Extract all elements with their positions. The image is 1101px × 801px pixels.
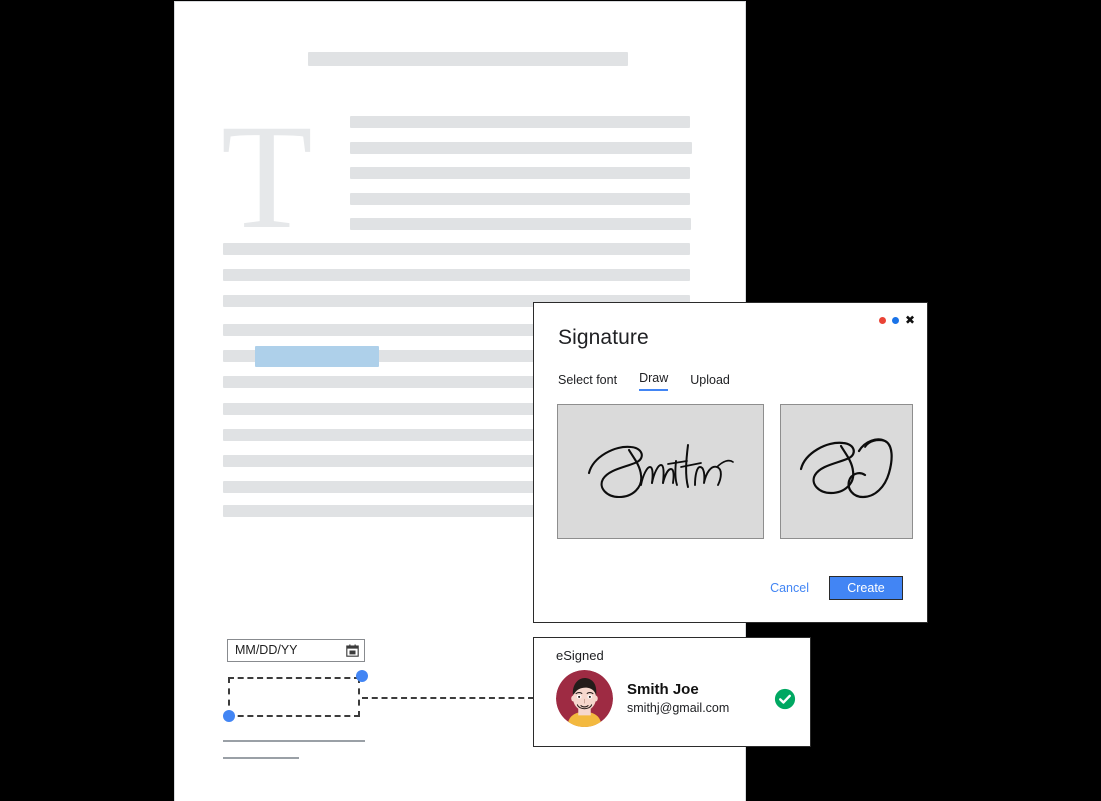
create-button[interactable]: Create <box>829 576 903 600</box>
text-placeholder-bar <box>223 505 543 517</box>
signer-name: Smith Joe <box>627 681 699 699</box>
signature-drop-target[interactable] <box>228 677 360 717</box>
signature-preview-initials[interactable] <box>780 404 913 539</box>
text-placeholder-bar <box>223 243 690 255</box>
esigned-card: eSigned Smith Joe smithj@gmail.com <box>533 637 811 747</box>
text-placeholder-bar <box>350 142 692 154</box>
dialog-actions: Cancel Create <box>768 576 903 600</box>
signature-dialog: ✖ Signature Select font Draw Upload Canc… <box>533 302 928 623</box>
date-input-placeholder: MM/DD/YY <box>235 643 298 658</box>
text-placeholder-bar <box>223 455 543 467</box>
cancel-button[interactable]: Cancel <box>768 577 811 599</box>
text-placeholder-bar <box>308 52 628 66</box>
signature-rule-line <box>223 757 299 759</box>
text-placeholder-bar <box>223 429 543 441</box>
dialog-title: Signature <box>558 326 649 349</box>
text-highlight-selection <box>255 346 379 367</box>
calendar-icon[interactable] <box>346 644 359 657</box>
screen-root: T MM/DD/YY ✖ Signature Select font Draw … <box>0 0 1101 801</box>
text-placeholder-bar <box>350 218 691 230</box>
text-placeholder-bar <box>223 324 583 336</box>
text-placeholder-bar <box>350 116 690 128</box>
tab-upload[interactable]: Upload <box>690 373 730 391</box>
resize-handle-top-right[interactable] <box>356 670 368 682</box>
text-placeholder-bar <box>223 376 563 388</box>
user-avatar <box>556 670 613 727</box>
text-placeholder-bar <box>350 167 690 179</box>
date-input[interactable]: MM/DD/YY <box>227 639 365 662</box>
esigned-signer-meta: Smith Joe smithj@gmail.com <box>627 681 760 716</box>
signature-link-connector <box>362 697 534 699</box>
maximize-dot-icon[interactable] <box>891 316 899 324</box>
document-dropcap: T <box>221 94 313 260</box>
signature-preview-list <box>557 404 913 539</box>
text-placeholder-bar <box>223 403 543 415</box>
signature-mode-tabs: Select font Draw Upload <box>558 371 730 391</box>
signer-email: smithj@gmail.com <box>627 700 730 715</box>
signature-preview-full[interactable] <box>557 404 764 539</box>
tab-select-font[interactable]: Select font <box>558 373 617 391</box>
minimize-dot-icon[interactable] <box>878 316 886 324</box>
close-icon[interactable]: ✖ <box>905 314 915 326</box>
text-placeholder-bar <box>350 193 690 205</box>
resize-handle-bottom-left[interactable] <box>223 710 235 722</box>
signature-rule-line <box>223 740 365 742</box>
esigned-label: eSigned <box>556 648 604 663</box>
text-placeholder-bar <box>223 269 690 281</box>
text-placeholder-bar <box>223 481 543 493</box>
verified-check-icon <box>774 688 796 710</box>
tab-draw[interactable]: Draw <box>639 371 669 391</box>
window-controls: ✖ <box>878 314 915 326</box>
esigned-signer-row: Smith Joe smithj@gmail.com <box>556 670 796 727</box>
